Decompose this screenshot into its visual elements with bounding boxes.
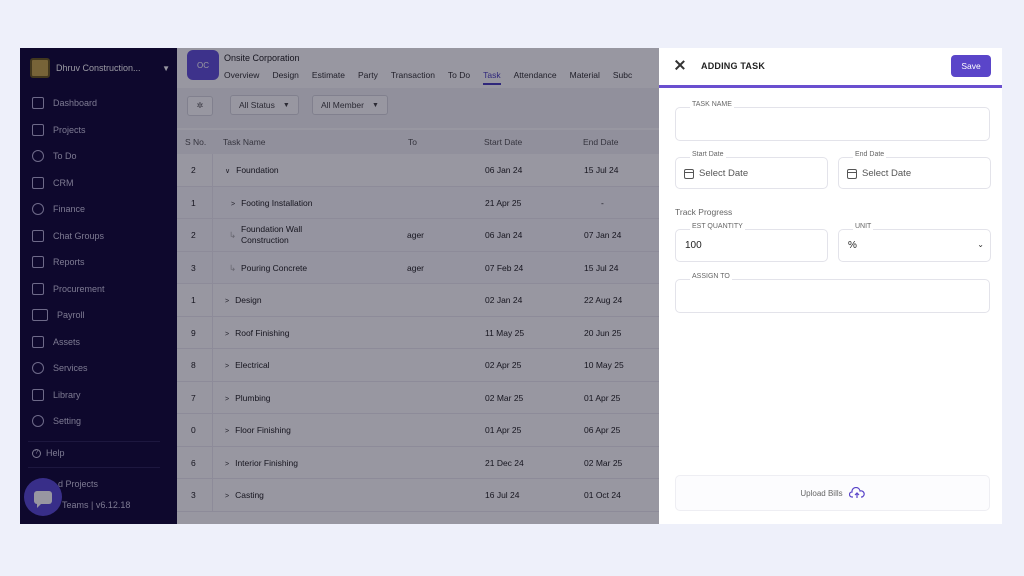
drawer-header: ADDING TASK Save	[659, 48, 1002, 88]
save-button[interactable]: Save	[951, 55, 991, 77]
assign-to-label: ASSIGN TO	[690, 273, 732, 280]
chevron-down-icon: ⌄	[977, 240, 984, 249]
end-date-field[interactable]: End Date Select Date	[838, 151, 991, 189]
unit-label: UNIT	[853, 223, 874, 230]
est-quantity-value: 100	[685, 240, 702, 251]
calendar-icon	[847, 168, 857, 179]
start-date-field[interactable]: Start Date Select Date	[675, 151, 828, 189]
end-date-label: End Date	[853, 151, 887, 158]
unit-select[interactable]: UNIT % ⌄	[838, 223, 991, 262]
add-task-drawer: ADDING TASK Save TASK NAME Start Date Se…	[659, 48, 1002, 524]
unit-value: %	[848, 240, 857, 251]
est-quantity-label: EST QUANTITY	[690, 223, 745, 230]
start-date-placeholder: Select Date	[699, 168, 749, 179]
start-date-label: Start Date	[690, 151, 726, 158]
cloud-upload-icon	[848, 487, 865, 499]
task-name-field[interactable]: TASK NAME	[675, 101, 990, 141]
track-progress-label: Track Progress	[675, 207, 733, 217]
task-name-label: TASK NAME	[690, 101, 734, 108]
est-quantity-field[interactable]: EST QUANTITY 100	[675, 223, 828, 262]
close-icon[interactable]	[673, 59, 687, 73]
assign-to-field[interactable]: ASSIGN TO	[675, 273, 990, 313]
upload-bills-button[interactable]: Upload Bills	[675, 475, 990, 511]
calendar-icon	[684, 168, 694, 179]
end-date-placeholder: Select Date	[862, 168, 912, 179]
upload-bills-label: Upload Bills	[800, 488, 843, 498]
app-window: Dhruv Construction... ▼ Dashboard Projec…	[20, 48, 1002, 524]
drawer-title: ADDING TASK	[701, 61, 766, 71]
modal-backdrop[interactable]	[20, 48, 659, 524]
